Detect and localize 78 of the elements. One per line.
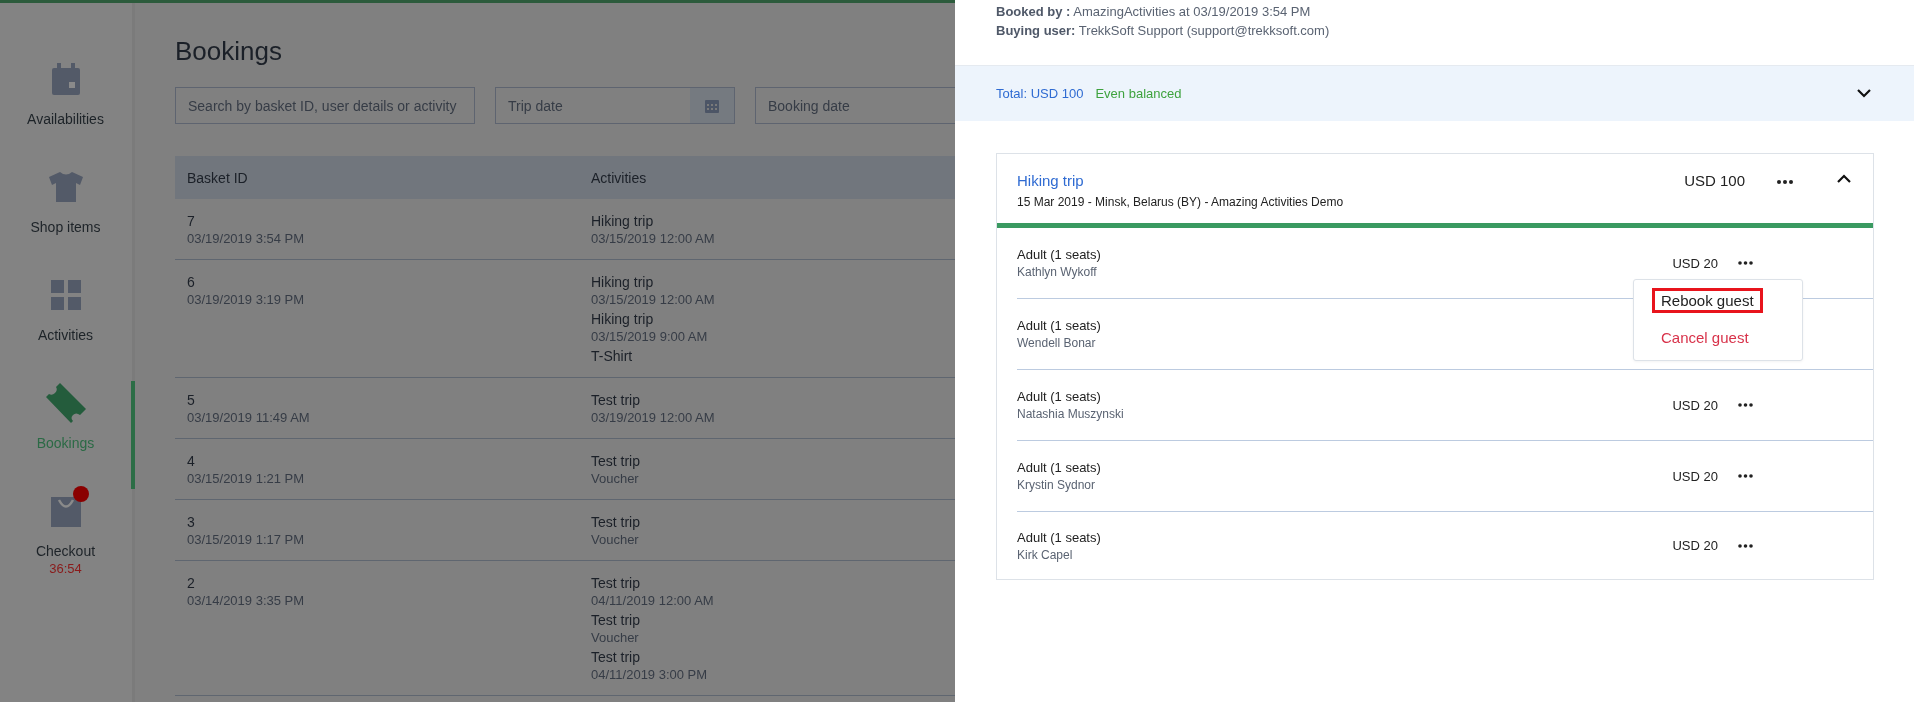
chevron-icon[interactable] (1837, 174, 1851, 183)
more-icon[interactable] (1777, 180, 1793, 184)
sidebar-item[interactable]: Activities (0, 273, 135, 381)
guest-price: USD 20 (1672, 468, 1718, 484)
guest-name: Wendell Bonar (1017, 336, 1096, 350)
activity-name: Hiking trip (591, 311, 655, 328)
buying-user-text: Buying user: TrekkSoft Support (support@trekksoft.com) (996, 23, 1331, 38)
t-shirt-icon (48, 172, 83, 202)
activity-name: Test trip (591, 453, 641, 470)
guest-type: Adult (1 seats) (1017, 460, 1101, 475)
guest-name: Kathlyn Wykoff (1017, 265, 1097, 279)
activity-name: Test trip (591, 392, 641, 409)
more-icon[interactable] (1738, 474, 1753, 478)
booking-date: 03/15/2019 1:17 PM (187, 531, 306, 548)
guest-price: USD 20 (1672, 397, 1718, 413)
calendar-icon (51, 63, 80, 95)
total-amount: Total: USD 100 (996, 86, 1084, 101)
activity-name: Test trip (591, 612, 641, 629)
ticket-icon (45, 383, 86, 423)
search-field[interactable]: Search by basket ID, user details or activity (175, 87, 475, 124)
activity-detail: 04/11/2019 12:00 AM (591, 592, 715, 609)
guest-type: Adult (1 seats) (1017, 318, 1101, 333)
balance-status: Even balanced (1095, 86, 1182, 101)
more-icon[interactable] (1738, 543, 1753, 548)
guest-price: USD 20 (1672, 538, 1718, 553)
activity-detail: 03/15/2019 12:00 AM (591, 291, 716, 308)
basket-id: 3 (187, 514, 196, 531)
column-header: Activities (591, 169, 648, 186)
basket-id: 7 (187, 213, 196, 230)
more-icon[interactable] (1738, 261, 1753, 265)
guest-name: Kirk Capel (1017, 547, 1073, 562)
activity-name: Hiking trip (591, 274, 655, 291)
sidebar-item[interactable]: Checkout 36:54 (0, 489, 135, 597)
shopping-bag-icon (50, 495, 81, 527)
guest-name: Natashia Muszynski (1017, 407, 1124, 421)
trip-date-field[interactable]: Trip date (495, 87, 735, 124)
activity-name: Test trip (591, 649, 641, 666)
column-header: Basket ID (186, 169, 249, 186)
booking-date: 03/15/2019 1:21 PM (187, 470, 306, 487)
activity-detail: 04/11/2019 3:00 PM (591, 666, 709, 683)
grid-icon (50, 280, 81, 310)
activity-detail: 03/15/2019 9:00 AM (591, 328, 709, 345)
menu-item[interactable]: Cancel guest (1652, 325, 1758, 350)
activity-detail: Voucher (591, 470, 640, 487)
activity-name: Hiking trip (591, 213, 655, 230)
basket-id: 2 (187, 575, 196, 592)
guest-price: USD 20 (1672, 255, 1718, 271)
activity-detail: 03/15/2019 12:00 AM (591, 230, 716, 247)
activity-detail: 03/19/2019 12:00 AM (591, 409, 716, 426)
sidebar-item[interactable]: Availabilities (0, 57, 135, 165)
checkout-timer: 36:54 (49, 561, 82, 576)
more-icon[interactable] (1738, 403, 1753, 407)
booking-date: 03/19/2019 3:19 PM (187, 291, 306, 308)
basket-id: 5 (187, 392, 196, 409)
activity-detail: Voucher (591, 629, 640, 646)
booking-date-field[interactable]: Booking date (755, 87, 955, 124)
page-title: Bookings (175, 36, 283, 67)
guest-type: Adult (1 seats) (1017, 389, 1101, 404)
booked-by-text: Booked by : AmazingActivities at 03/19/2019 3:54 PM (996, 4, 1312, 19)
guest-type: Adult (1 seats) (1017, 529, 1101, 545)
total-bar[interactable]: Total: USD 100 Even balanced (955, 66, 1914, 121)
basket-id: 4 (187, 453, 196, 470)
guest-type: Adult (1 seats) (1017, 247, 1101, 262)
basket-id: 6 (187, 274, 196, 291)
booking-date: 03/14/2019 3:35 PM (187, 592, 306, 609)
activity-name: Test trip (591, 575, 641, 592)
activity-name: Test trip (591, 514, 641, 531)
item-subtitle: 15 Mar 2019 - Minsk, Belarus (BY) - Amazing Activities Demo (1017, 195, 1345, 209)
item-title[interactable]: Hiking trip (1017, 172, 1685, 189)
calendar-icon (705, 98, 719, 113)
booking-date: 03/19/2019 11:49 AM (187, 409, 311, 426)
item-price: USD 100 (1684, 172, 1745, 189)
activity-name: T-Shirt (591, 348, 634, 365)
sidebar-item[interactable]: Shop items (0, 165, 135, 273)
activity-detail: Voucher (591, 531, 640, 548)
menu-item[interactable]: Rebook guest (1652, 288, 1763, 313)
booking-date: 03/19/2019 3:54 PM (187, 230, 306, 247)
guest-name: Krystin Sydnor (1017, 478, 1096, 492)
